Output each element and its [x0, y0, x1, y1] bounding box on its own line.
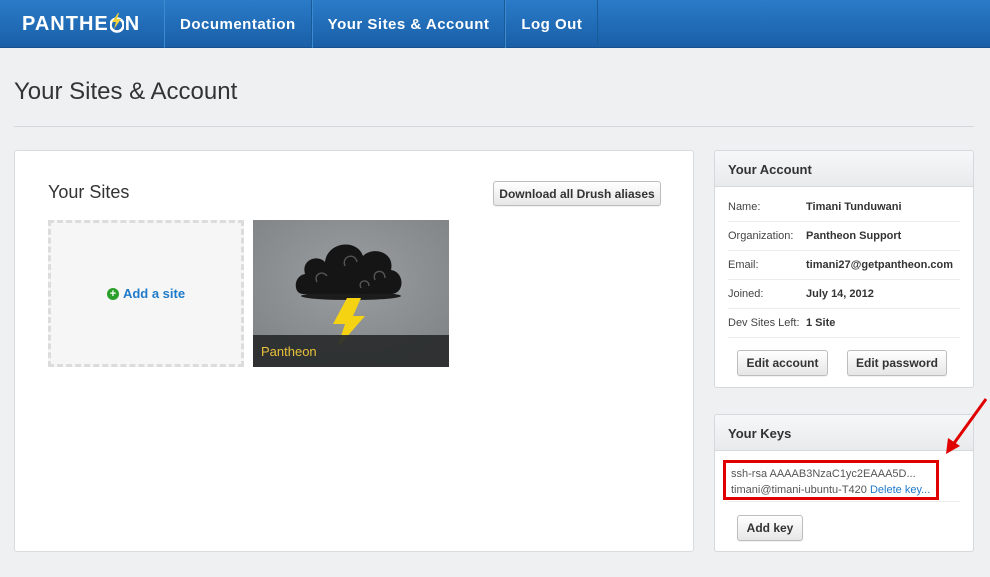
keys-card: Your Keys ssh-rsa AAAAB3NzaC1yc2EAAA5D..… — [714, 414, 974, 552]
account-row-dev-sites-left: Dev Sites Left: 1 Site — [728, 309, 960, 338]
edit-password-button[interactable]: Edit password — [847, 350, 947, 376]
account-row-name: Name: Timani Tunduwani — [728, 193, 960, 222]
logo-text-end: N — [124, 12, 141, 35]
account-label: Joined: — [728, 288, 764, 300]
top-navbar: PANTHE N Documentation Your Sites & Accou… — [0, 0, 990, 48]
account-label: Name: — [728, 201, 761, 213]
account-row-organization: Organization: Pantheon Support — [728, 222, 960, 251]
sites-heading: Your Sites — [48, 182, 130, 202]
account-value: Pantheon Support — [806, 230, 902, 242]
nav-log-out[interactable]: Log Out — [505, 0, 599, 48]
nav-your-sites-account[interactable]: Your Sites & Account — [311, 0, 506, 48]
account-label: Organization: — [728, 230, 794, 242]
add-key-button[interactable]: Add key — [737, 515, 803, 541]
page-title: Your Sites & Account — [14, 78, 238, 105]
sites-panel: Your Sites Download all Drush aliases + … — [14, 150, 694, 552]
account-value: 1 Site — [806, 317, 836, 329]
keys-divider — [728, 501, 960, 502]
nav-documentation[interactable]: Documentation — [164, 0, 312, 48]
add-site-label: Add a site — [122, 286, 186, 301]
account-label: Email: — [728, 259, 759, 271]
account-value: July 14, 2012 — [806, 288, 874, 300]
ssh-key-host: timani@timani-ubuntu-T420 — [731, 484, 867, 496]
account-row-joined: Joined: July 14, 2012 — [728, 280, 960, 309]
site-tile-label: Pantheon — [253, 335, 449, 367]
account-value: timani27@getpantheon.com — [806, 259, 954, 271]
site-tile-pantheon[interactable]: Pantheon — [253, 220, 449, 367]
title-divider — [14, 126, 974, 127]
account-card: Your Account Name: Timani Tunduwani Orga… — [714, 150, 974, 388]
annotation-arrow-icon — [946, 398, 988, 454]
bolt-icon — [108, 13, 125, 35]
ssh-key-entry: ssh-rsa AAAAB3NzaC1yc2EAAA5D... timani@t… — [723, 460, 939, 500]
account-label: Dev Sites Left: — [728, 317, 800, 329]
account-heading: Your Account — [715, 151, 973, 187]
logo-text: PANTHE — [22, 12, 109, 35]
add-site-link[interactable]: + Add a site — [106, 286, 186, 301]
plus-icon: + — [106, 287, 119, 300]
edit-account-button[interactable]: Edit account — [737, 350, 828, 376]
add-site-tile[interactable]: + Add a site — [48, 220, 244, 367]
account-row-email: Email: timani27@getpantheon.com — [728, 251, 960, 280]
keys-heading: Your Keys — [715, 415, 973, 451]
pantheon-logo[interactable]: PANTHE N — [22, 10, 140, 38]
download-drush-aliases-button[interactable]: Download all Drush aliases — [493, 181, 661, 206]
main-nav: Documentation Your Sites & Account Log O… — [164, 0, 599, 48]
delete-key-link[interactable]: Delete key... — [870, 484, 930, 496]
ssh-key-host-line: timani@timani-ubuntu-T420 Delete key... — [731, 482, 931, 498]
account-value: Timani Tunduwani — [806, 201, 902, 213]
ssh-key-fingerprint: ssh-rsa AAAAB3NzaC1yc2EAAA5D... — [731, 468, 916, 480]
